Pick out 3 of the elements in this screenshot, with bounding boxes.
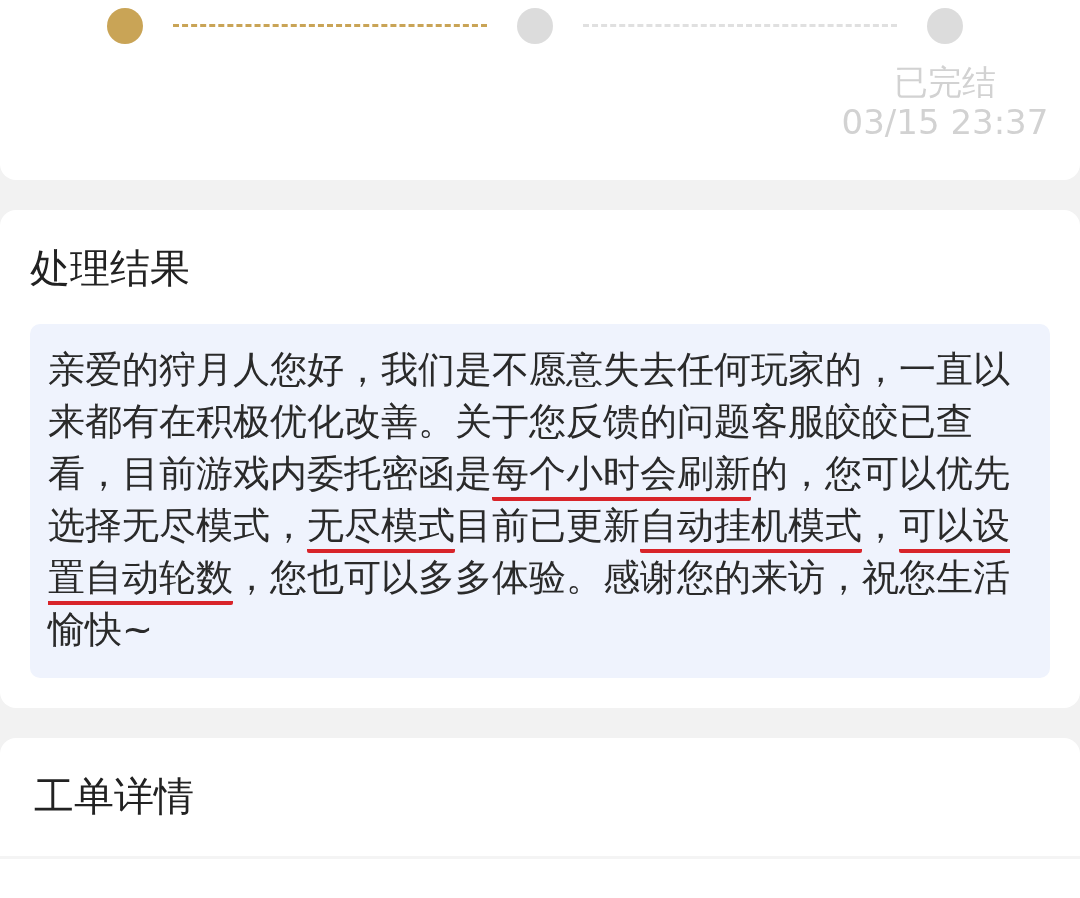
reply-text: 亲爱的狩月人您好，我们是不愿意失去任何玩家的，一直以来都有在积极优化改善。关于您反馈的问题客服皎皎已查看，目前游戏内委托密函是每个小时会刷新的，您可以优先选择无尽模式，无尽模式目前已更新自动挂机模式，可以设置自动轮数，您也可以多多体验。感谢您的来访，祝您生活愉快~ bbox=[30, 324, 1050, 678]
section-title: 工单详情 bbox=[34, 772, 194, 821]
section-title: 处理结果 bbox=[30, 244, 190, 293]
